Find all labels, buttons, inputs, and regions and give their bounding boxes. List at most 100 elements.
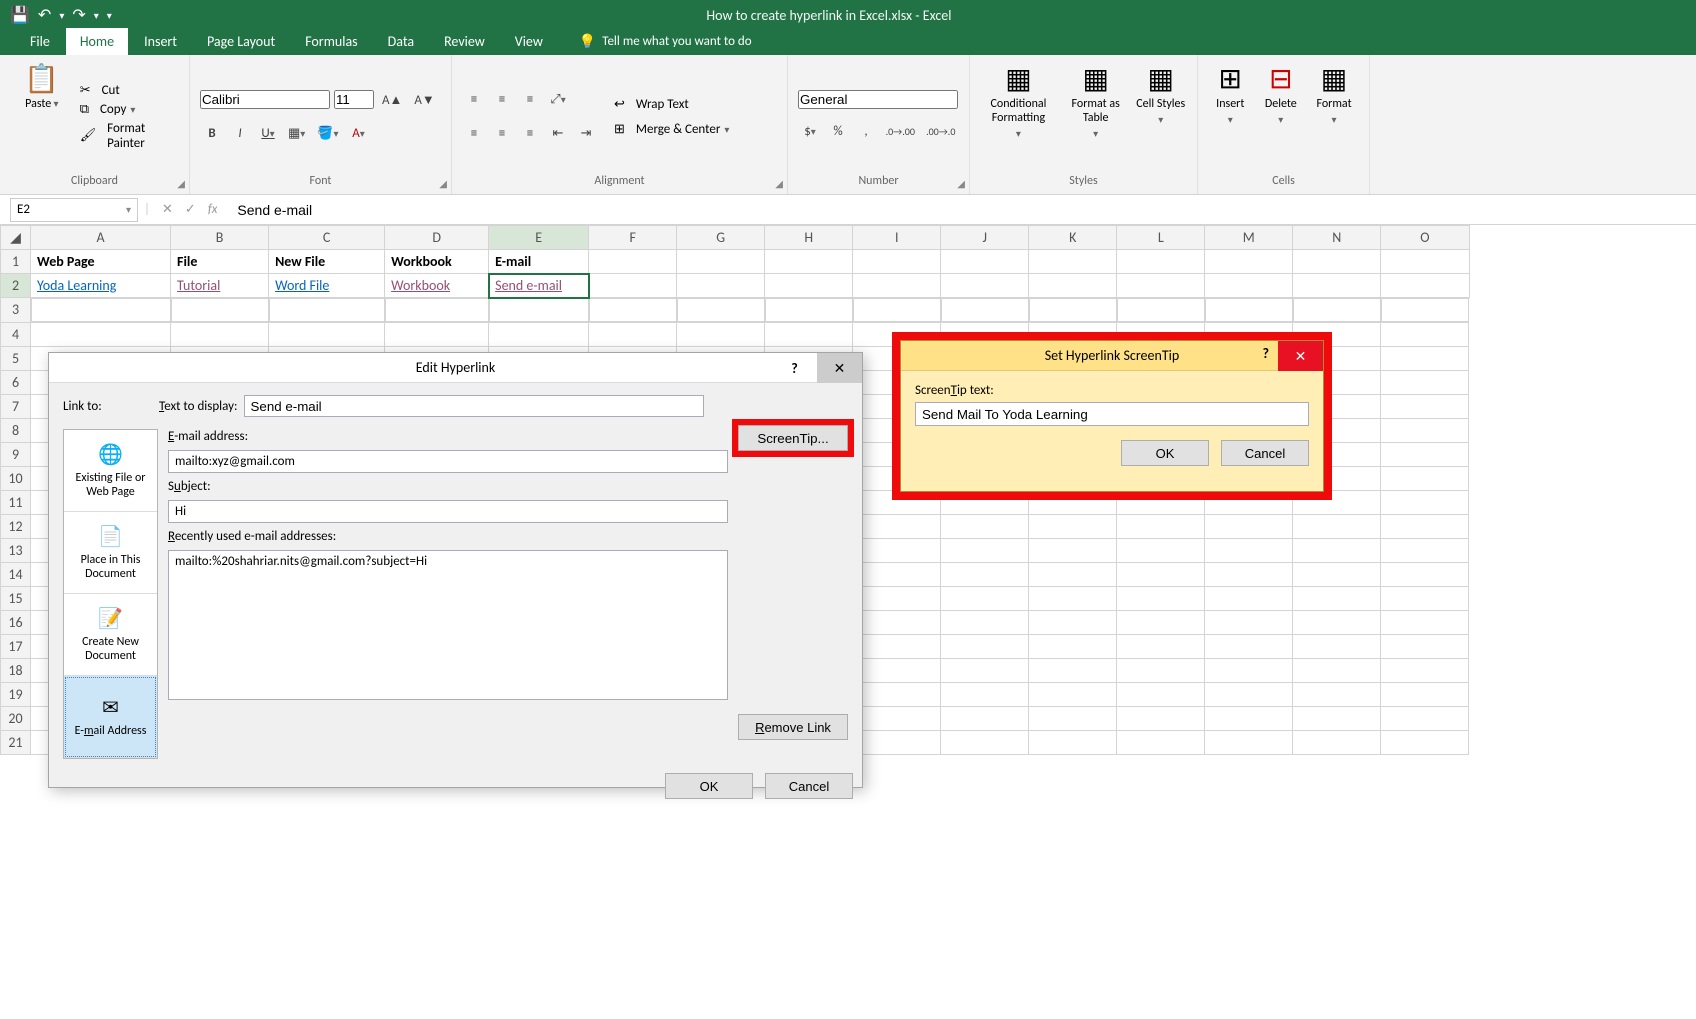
cell[interactable] <box>853 658 941 682</box>
help-icon[interactable]: ? <box>1263 345 1270 362</box>
col-I[interactable]: I <box>853 226 941 250</box>
cell[interactable] <box>1293 730 1381 754</box>
cell[interactable] <box>765 322 853 346</box>
cell[interactable] <box>941 562 1029 586</box>
row-header[interactable]: 14 <box>1 562 31 586</box>
cell[interactable] <box>1205 706 1293 730</box>
align-center-button[interactable]: ≡ <box>490 122 514 146</box>
cell[interactable] <box>1029 586 1117 610</box>
cell[interactable] <box>941 514 1029 538</box>
row-header[interactable]: 6 <box>1 370 31 394</box>
help-icon[interactable]: ? <box>772 353 817 383</box>
cell[interactable] <box>941 538 1029 562</box>
cell[interactable] <box>1381 250 1469 274</box>
comma-button[interactable]: , <box>854 119 878 143</box>
paste-button[interactable]: 📋 Paste <box>10 61 74 172</box>
row-header[interactable]: 7 <box>1 394 31 418</box>
cell[interactable] <box>1029 730 1117 754</box>
tab-data[interactable]: Data <box>374 28 428 55</box>
tab-file[interactable]: File <box>16 28 64 55</box>
align-left-button[interactable]: ≡ <box>462 122 486 146</box>
cell[interactable] <box>1381 706 1469 730</box>
cell[interactable] <box>853 706 941 730</box>
screentip-button[interactable]: ScreenTip... <box>738 425 848 451</box>
tab-review[interactable]: Review <box>430 28 499 55</box>
ok-button[interactable]: OK <box>665 773 753 799</box>
cell[interactable] <box>1205 274 1293 298</box>
col-F[interactable]: F <box>589 226 677 250</box>
row-header[interactable]: 11 <box>1 490 31 514</box>
cell[interactable] <box>1293 274 1381 298</box>
cell[interactable] <box>941 274 1029 298</box>
cell[interactable] <box>1205 514 1293 538</box>
cell[interactable] <box>1117 730 1205 754</box>
grow-font-button[interactable]: A▲ <box>378 88 406 112</box>
increase-indent-button[interactable]: ⇥ <box>574 122 598 146</box>
cell[interactable] <box>1381 730 1469 754</box>
cell[interactable] <box>1293 706 1381 730</box>
cell[interactable] <box>1381 394 1469 418</box>
cell[interactable] <box>1381 490 1469 514</box>
cell-styles-button[interactable]: ▦Cell Styles <box>1135 61 1188 172</box>
cell[interactable] <box>1205 538 1293 562</box>
cell[interactable] <box>853 490 941 514</box>
cell[interactable]: Web Page <box>31 250 171 274</box>
cell[interactable] <box>853 682 941 706</box>
cell[interactable] <box>853 634 941 658</box>
cell[interactable]: Yoda Learning <box>31 274 171 298</box>
cell[interactable] <box>1205 658 1293 682</box>
name-box[interactable]: E2 ▾ <box>10 198 138 222</box>
cell[interactable] <box>1381 586 1469 610</box>
row-header[interactable]: 9 <box>1 442 31 466</box>
cut-button[interactable]: ✂ Cut <box>80 83 120 98</box>
link-to-place-in-document[interactable]: 📄Place in This Document <box>64 512 157 594</box>
cell[interactable] <box>1381 538 1469 562</box>
cell[interactable] <box>1293 538 1381 562</box>
qat-customize-icon[interactable]: ▾ <box>107 9 112 22</box>
cell[interactable] <box>1293 514 1381 538</box>
col-K[interactable]: K <box>1029 226 1117 250</box>
enter-formula-icon[interactable]: ✓ <box>185 202 196 217</box>
cell[interactable] <box>1293 634 1381 658</box>
font-family-select[interactable] <box>200 90 330 109</box>
format-as-table-button[interactable]: ▦Format as Table <box>1063 61 1129 172</box>
cell[interactable] <box>941 586 1029 610</box>
cell[interactable] <box>1029 514 1117 538</box>
cell[interactable] <box>1381 346 1469 370</box>
tell-me[interactable]: 💡 Tell me what you want to do <box>569 28 762 55</box>
cell[interactable] <box>1029 682 1117 706</box>
subject-input[interactable] <box>168 500 728 523</box>
shrink-font-button[interactable]: A▼ <box>410 88 438 112</box>
cell[interactable] <box>1293 610 1381 634</box>
row-header[interactable]: 16 <box>1 610 31 634</box>
cell[interactable] <box>1117 250 1205 274</box>
cell[interactable] <box>941 706 1029 730</box>
cancel-formula-icon[interactable]: ✕ <box>162 202 173 217</box>
cell[interactable] <box>1205 562 1293 586</box>
cell[interactable] <box>489 322 589 346</box>
alignment-launcher-icon[interactable]: ◢ <box>775 177 783 190</box>
cell[interactable] <box>1381 322 1469 346</box>
cell[interactable] <box>1381 466 1469 490</box>
cell[interactable] <box>1117 634 1205 658</box>
cell[interactable] <box>589 274 677 298</box>
cell[interactable] <box>1293 586 1381 610</box>
cell[interactable] <box>1381 514 1469 538</box>
save-icon[interactable]: 💾 <box>10 5 30 25</box>
remove-link-button[interactable]: Remove Link <box>738 714 848 740</box>
col-B[interactable]: B <box>171 226 269 250</box>
decrease-indent-button[interactable]: ⇤ <box>546 122 570 146</box>
row-header[interactable]: 21 <box>1 730 31 754</box>
row-header[interactable]: 3 <box>1 298 31 323</box>
col-G[interactable]: G <box>677 226 765 250</box>
tab-insert[interactable]: Insert <box>130 28 191 55</box>
orientation-button[interactable]: ⤢ <box>546 88 570 112</box>
cell[interactable] <box>171 322 269 346</box>
font-size-select[interactable] <box>334 90 374 109</box>
link-to-create-new-document[interactable]: 📝Create New Document <box>64 594 157 676</box>
cell[interactable] <box>1205 634 1293 658</box>
row-header[interactable]: 10 <box>1 466 31 490</box>
row-header[interactable]: 12 <box>1 514 31 538</box>
format-painter-button[interactable]: 🖌 Format Painter <box>80 121 179 151</box>
cell[interactable] <box>941 250 1029 274</box>
